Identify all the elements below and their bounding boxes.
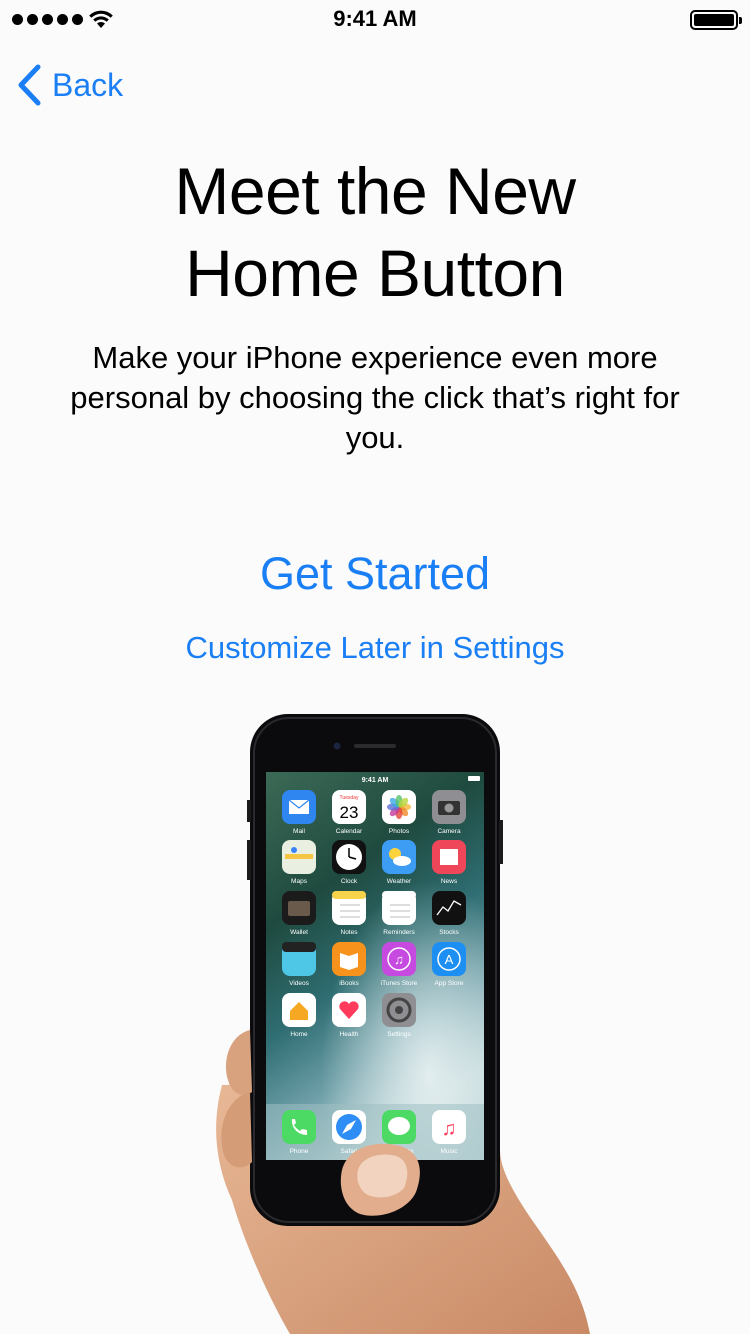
- status-time: 9:41 AM: [333, 6, 417, 31]
- app-label: Notes: [341, 929, 359, 936]
- iphone-illustration: 9:41 AM Mail 23 Tuesday Calendar Photos Camer…: [216, 714, 590, 1334]
- app-label: Weather: [387, 878, 412, 885]
- dock-label: Music: [441, 1148, 459, 1155]
- phone-time: 9:41 AM: [362, 777, 389, 784]
- app-label: Calendar: [336, 828, 363, 835]
- app-label: Camera: [437, 828, 461, 835]
- app-label: Home: [290, 1031, 308, 1038]
- app-label: Videos: [289, 980, 310, 987]
- appstore-icon: A App Store: [432, 942, 466, 987]
- calendar-day: Tuesday: [340, 795, 359, 801]
- itunes-icon: ♫ iTunes Store: [381, 942, 418, 987]
- app-label: Stocks: [439, 929, 459, 936]
- battery-icon: [690, 10, 742, 30]
- app-label: iTunes Store: [381, 980, 418, 987]
- app-label: Health: [340, 1031, 359, 1038]
- reminders-icon: Reminders: [382, 891, 416, 936]
- weather-icon: Weather: [382, 840, 416, 885]
- app-label: Photos: [389, 828, 410, 835]
- calendar-date: 23: [340, 803, 359, 822]
- app-label: Clock: [341, 878, 358, 885]
- title-line-1: Meet the New: [174, 154, 576, 228]
- calendar-icon: 23 Tuesday Calendar: [332, 790, 366, 835]
- svg-text:♫: ♫: [442, 1118, 457, 1140]
- status-bar: 9:41 AM: [0, 0, 750, 40]
- svg-text:♫: ♫: [394, 952, 404, 967]
- back-button[interactable]: Back: [16, 62, 123, 108]
- app-label: iBooks: [339, 980, 359, 987]
- chevron-left-icon: [18, 64, 41, 106]
- app-label: News: [441, 878, 458, 885]
- page-title: Meet the New Home Button: [0, 150, 750, 314]
- app-label: Maps: [291, 878, 308, 885]
- app-label: Wallet: [290, 929, 308, 936]
- app-label: Settings: [387, 1031, 411, 1038]
- page-subtitle: Make your iPhone experience even more pe…: [70, 340, 680, 455]
- title-line-2: Home Button: [185, 236, 565, 310]
- app-label: Reminders: [383, 929, 415, 936]
- customize-later-button[interactable]: Customize Later in Settings: [0, 630, 750, 666]
- dock-label: Phone: [290, 1148, 309, 1155]
- app-label: Mail: [293, 828, 305, 835]
- app-label: App Store: [435, 980, 464, 987]
- get-started-button[interactable]: Get Started: [0, 548, 750, 600]
- back-label: Back: [52, 66, 124, 103]
- svg-text:A: A: [445, 952, 454, 967]
